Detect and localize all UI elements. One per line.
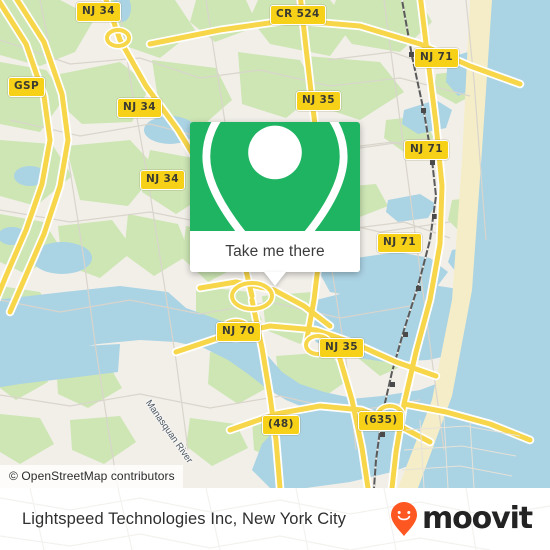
shield-48: (48)	[262, 415, 300, 435]
shield-nj-35-south: NJ 35	[319, 338, 364, 358]
shield-635: (635)	[358, 411, 404, 431]
shield-gsp: GSP	[8, 77, 46, 97]
map-canvas[interactable]: NJ 34 CR 524 NJ 71 GSP NJ 34 NJ 35 NJ 71…	[0, 0, 550, 488]
map-attribution[interactable]: © OpenStreetMap contributors	[0, 465, 183, 488]
callout-card[interactable]: Take me there	[190, 122, 360, 272]
page-title: Lightspeed Technologies Inc, New York Ci…	[22, 509, 347, 528]
take-me-there-label: Take me there	[225, 242, 325, 260]
shield-nj-35-north: NJ 35	[296, 91, 341, 111]
shield-nj-34-north: NJ 34	[76, 2, 121, 22]
map-screenshot: NJ 34 CR 524 NJ 71 GSP NJ 34 NJ 35 NJ 71…	[0, 0, 550, 550]
footer-bar: Lightspeed Technologies Inc, New York Ci…	[0, 488, 550, 550]
shield-cr-524: CR 524	[270, 5, 326, 25]
moovit-logo[interactable]: moovit	[389, 501, 533, 537]
shield-nj-34-mid: NJ 34	[117, 98, 162, 118]
shield-nj-71-north: NJ 71	[414, 48, 459, 68]
moovit-wordmark: moovit	[421, 501, 533, 536]
callout-tail	[264, 272, 286, 286]
moovit-smiley-pin-icon	[390, 502, 417, 536]
callout-header	[190, 122, 360, 271]
shield-nj-71-south: NJ 71	[377, 233, 422, 253]
shield-nj-70: NJ 70	[216, 322, 261, 342]
shield-nj-71-mid: NJ 71	[404, 140, 449, 160]
location-callout[interactable]: Take me there	[190, 122, 360, 286]
shield-nj-34-south: NJ 34	[140, 170, 185, 190]
